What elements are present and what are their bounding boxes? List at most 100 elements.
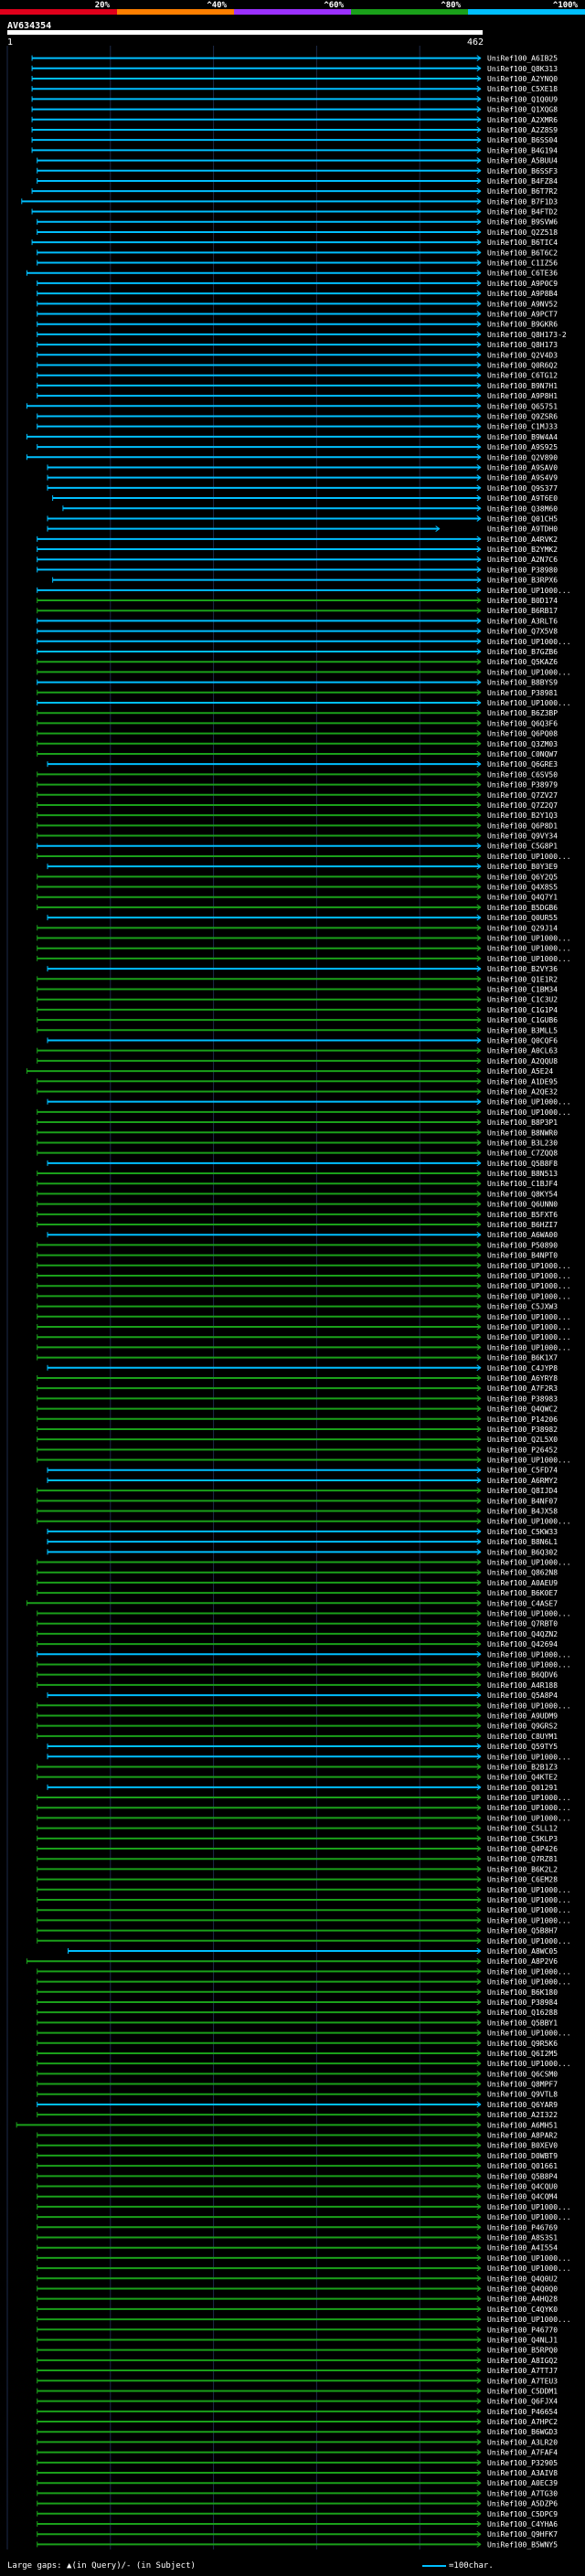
hit-row[interactable]: UniRef100_C5KLP3: [37, 1835, 558, 1843]
hit-row[interactable]: UniRef100_C1IZ56: [37, 260, 558, 268]
hit-label[interactable]: UniRef100_B5DGB6: [487, 904, 558, 912]
hit-row[interactable]: UniRef100_Q6P8D1: [37, 822, 558, 830]
hit-label[interactable]: UniRef100_A3RLT6: [487, 617, 558, 625]
hit-label[interactable]: UniRef100_UP1000...: [487, 1272, 571, 1280]
hit-label[interactable]: UniRef100_Q5B8H7: [487, 1927, 558, 1935]
hit-row[interactable]: UniRef100_A3AIV8: [37, 2469, 558, 2477]
hit-row[interactable]: UniRef100_Q7ZV27: [37, 791, 558, 800]
hit-label[interactable]: UniRef100_A6MH51: [487, 2121, 558, 2129]
hit-row[interactable]: UniRef100_Q6I2M5: [37, 2050, 558, 2058]
hit-label[interactable]: UniRef100_UP1000...: [487, 2264, 571, 2273]
hit-row[interactable]: UniRef100_UP1000...: [37, 1333, 571, 1341]
hit-row[interactable]: UniRef100_A4HQ28: [37, 2295, 558, 2304]
hit-row[interactable]: UniRef100_Q4NLJ1: [37, 2336, 558, 2344]
hit-row[interactable]: UniRef100_A0EC39: [37, 2479, 558, 2487]
hit-label[interactable]: UniRef100_C5DPC9: [487, 2510, 558, 2518]
hit-row[interactable]: UniRef100_Q7Z2Q7: [37, 801, 558, 810]
hit-label[interactable]: UniRef100_A8WC05: [487, 1947, 558, 1956]
hit-row[interactable]: UniRef100_Q2L5X0: [37, 1436, 558, 1444]
hit-label[interactable]: UniRef100_A0AEU9: [487, 1579, 558, 1587]
hit-label[interactable]: UniRef100_Q6I2M5: [487, 2050, 558, 2058]
hit-label[interactable]: UniRef100_UP1000...: [487, 1333, 571, 1341]
hit-row[interactable]: UniRef100_B7F1D3: [21, 197, 558, 206]
hit-label[interactable]: UniRef100_B6K1X7: [487, 1354, 558, 1362]
hit-row[interactable]: UniRef100_P32905: [37, 2459, 558, 2467]
hit-label[interactable]: UniRef100_Q0CQF6: [487, 1036, 558, 1044]
hit-label[interactable]: UniRef100_A3LR20: [487, 2438, 558, 2446]
hit-row[interactable]: UniRef100_UP1000...: [37, 1323, 571, 1331]
hit-row[interactable]: UniRef100_C5KW33: [47, 1528, 558, 1536]
hit-row[interactable]: UniRef100_UP1000...: [37, 1804, 571, 1812]
hit-label[interactable]: UniRef100_A2XMR6: [487, 116, 558, 124]
hit-row[interactable]: UniRef100_B5RPQ0: [37, 2347, 558, 2355]
hit-label[interactable]: UniRef100_A5DZP6: [487, 2500, 558, 2508]
hit-label[interactable]: UniRef100_A9UDM9: [487, 1712, 558, 1720]
hit-row[interactable]: UniRef100_Q4QWC2: [37, 1405, 558, 1414]
hit-row[interactable]: UniRef100_B7GZB6: [37, 648, 558, 656]
hit-label[interactable]: UniRef100_UP1000...: [487, 2203, 571, 2211]
hit-row[interactable]: UniRef100_UP1000...: [37, 2213, 571, 2221]
hit-label[interactable]: UniRef100_Q4CQU0: [487, 2183, 558, 2191]
hit-row[interactable]: UniRef100_B6TIC4: [31, 239, 558, 247]
hit-row[interactable]: UniRef100_P26452: [37, 1446, 558, 1454]
hit-label[interactable]: UniRef100_B6K2L2: [487, 1865, 558, 1873]
hit-row[interactable]: UniRef100_P38983: [37, 1394, 558, 1403]
hit-label[interactable]: UniRef100_UP1000...: [487, 2254, 571, 2263]
hit-label[interactable]: UniRef100_C6EM28: [487, 1876, 558, 1884]
hit-label[interactable]: UniRef100_Q8H173: [487, 341, 558, 349]
hit-row[interactable]: UniRef100_A7FAF4: [37, 2449, 558, 2457]
hit-row[interactable]: UniRef100_A9NV52: [37, 300, 558, 308]
hit-row[interactable]: UniRef100_A9S925: [37, 443, 558, 451]
hit-label[interactable]: UniRef100_B8N6L1: [487, 1538, 558, 1546]
hit-row[interactable]: UniRef100_C6TG12: [37, 372, 558, 380]
hit-label[interactable]: UniRef100_Q4QZN2: [487, 1630, 558, 1638]
hit-label[interactable]: UniRef100_UP1000...: [487, 668, 571, 676]
hit-row[interactable]: UniRef100_A6WA00: [47, 1231, 558, 1239]
hit-label[interactable]: UniRef100_UP1000...: [487, 1753, 571, 1761]
hit-row[interactable]: UniRef100_Q6GRE3: [47, 760, 558, 769]
hit-row[interactable]: UniRef100_B2B1Z3: [37, 1763, 558, 1771]
hit-label[interactable]: UniRef100_Q2V4D3: [487, 351, 558, 359]
hit-row[interactable]: UniRef100_B0Y3E9: [47, 863, 558, 871]
hit-label[interactable]: UniRef100_Q6YAR9: [487, 2101, 558, 2109]
hit-row[interactable]: UniRef100_A5BUU4: [37, 157, 558, 165]
hit-row[interactable]: UniRef100_A9SAV0: [47, 463, 558, 472]
hit-label[interactable]: UniRef100_C5G8P1: [487, 843, 558, 851]
hit-label[interactable]: UniRef100_Q4Q0Q0: [487, 2284, 558, 2293]
hit-label[interactable]: UniRef100_A9SAV0: [487, 463, 558, 472]
hit-label[interactable]: UniRef100_UP1000...: [487, 1292, 571, 1300]
hit-label[interactable]: UniRef100_A0CL63: [487, 1047, 558, 1055]
hit-label[interactable]: UniRef100_B8N513: [487, 1170, 558, 1178]
hit-row[interactable]: UniRef100_C8UYM1: [37, 1733, 558, 1741]
hit-row[interactable]: UniRef100_Q4QZN2: [37, 1630, 558, 1638]
hit-label[interactable]: UniRef100_B6SS04: [487, 136, 558, 144]
hit-row[interactable]: UniRef100_Q5B8P4: [37, 2172, 558, 2180]
hit-row[interactable]: UniRef100_P46654: [37, 2408, 558, 2416]
hit-label[interactable]: UniRef100_Q6Q3F6: [487, 719, 558, 727]
hit-row[interactable]: UniRef100_UP1000...: [47, 1753, 571, 1761]
hit-label[interactable]: UniRef100_B4NF07: [487, 1497, 558, 1505]
hit-row[interactable]: UniRef100_D0WBT9: [37, 2152, 558, 2160]
hit-row[interactable]: UniRef100_A7TEU3: [37, 2377, 558, 2385]
hit-label[interactable]: UniRef100_A6YRY8: [487, 1374, 558, 1383]
hit-row[interactable]: UniRef100_A5DZP6: [37, 2500, 558, 2508]
hit-label[interactable]: UniRef100_UP1000...: [487, 1457, 571, 1465]
hit-label[interactable]: UniRef100_C4QYK0: [487, 2306, 558, 2314]
hit-row[interactable]: UniRef100_Q4CQU0: [37, 2183, 558, 2191]
hit-label[interactable]: UniRef100_Q8MPF7: [487, 2081, 558, 2089]
hit-row[interactable]: UniRef100_P46770: [37, 2326, 558, 2334]
hit-row[interactable]: UniRef100_UP1000...: [37, 1272, 571, 1280]
hit-row[interactable]: UniRef100_C4QYK0: [37, 2306, 558, 2314]
hit-label[interactable]: UniRef100_B6SSF3: [487, 167, 558, 175]
hit-label[interactable]: UniRef100_UP1000...: [487, 587, 571, 595]
hit-label[interactable]: UniRef100_C4YHA6: [487, 2520, 558, 2528]
hit-row[interactable]: UniRef100_A9P8H1: [37, 392, 558, 400]
hit-label[interactable]: UniRef100_UP1000...: [487, 1660, 571, 1669]
hit-label[interactable]: UniRef100_A7FAF4: [487, 2449, 558, 2457]
hit-label[interactable]: UniRef100_UP1000...: [487, 1323, 571, 1331]
hit-label[interactable]: UniRef100_B7F1D3: [487, 197, 558, 206]
hit-row[interactable]: UniRef100_B6HZI7: [37, 1221, 558, 1229]
hit-label[interactable]: UniRef100_C6TG12: [487, 372, 558, 380]
hit-label[interactable]: UniRef100_Q8IJD4: [487, 1487, 558, 1495]
hit-label[interactable]: UniRef100_UP1000...: [487, 1313, 571, 1321]
